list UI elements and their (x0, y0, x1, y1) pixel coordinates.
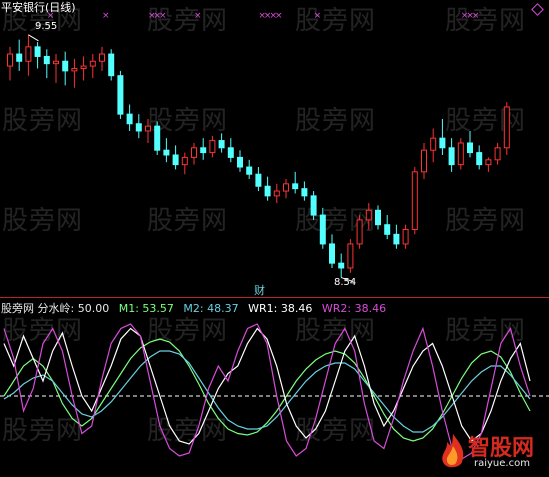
m1-label: M1: (118, 302, 139, 315)
candle-body (467, 142, 473, 154)
signal-marker: × (102, 11, 110, 21)
candle-body (126, 113, 133, 125)
candle-body (25, 46, 32, 62)
candle-body (71, 67, 78, 72)
high-pointer (28, 34, 39, 42)
candle-body (117, 75, 124, 115)
candle-body (7, 53, 13, 67)
m2-label: M2: (183, 302, 204, 315)
candle-body (338, 262, 345, 269)
indicator-value: 50.00 (77, 302, 110, 315)
signal-marker: × (275, 11, 283, 21)
candle-body (172, 154, 179, 166)
candle-body (448, 147, 455, 166)
candle-body (99, 53, 105, 62)
chart-window: { "header": { "title": "平安银行(日线)", "high… (0, 0, 549, 477)
candle-body (34, 46, 41, 57)
wr2-label: WR2: (321, 302, 352, 315)
candle-body (200, 147, 207, 154)
candle-body (218, 140, 225, 149)
candle-body (62, 60, 69, 72)
m1-value: 53.57 (142, 302, 174, 315)
candle-body (476, 152, 483, 166)
candle-body (80, 65, 87, 69)
candle-body (283, 183, 289, 192)
candle-body (181, 156, 188, 166)
candle-body (301, 188, 308, 197)
indicator-name: 股旁网 分水岭: (1, 302, 75, 315)
candle-body (227, 147, 234, 158)
candle-body (319, 214, 326, 245)
candle-body (356, 219, 363, 245)
signal-marker: × (472, 11, 480, 21)
candle-body (89, 60, 96, 67)
candle-body (503, 106, 510, 149)
candle-body (402, 229, 409, 245)
candle-body (329, 243, 335, 264)
candle-body (430, 137, 437, 151)
wr1-label: WR1: (248, 302, 278, 315)
candle-body (154, 125, 161, 151)
candle-body (43, 55, 50, 65)
candle-body (264, 185, 271, 197)
candle-body (439, 137, 446, 149)
indicator-header: 股旁网 分水岭: 50.00 M1: 53.57 M2: 48.37 WR1: … (1, 302, 386, 315)
candle-body (209, 140, 216, 154)
candle-body (191, 147, 197, 158)
wr1-value: 38.46 (280, 302, 313, 315)
candle-body (393, 233, 400, 245)
m2-value: 48.37 (207, 302, 239, 315)
candle-body (237, 156, 243, 168)
candle-body (135, 123, 142, 132)
chart-title: 平安银行(日线) (1, 1, 76, 14)
signal-marker: × (159, 11, 167, 21)
candle-body (108, 53, 115, 77)
flame-icon (442, 434, 464, 468)
candle-body (246, 166, 253, 175)
logo-url: raiyue.com (474, 458, 530, 469)
high-price-label: 9.55 (35, 21, 58, 32)
candle-body (163, 149, 170, 156)
candle-body (310, 195, 317, 216)
low-price-label: 8.54 (334, 277, 357, 288)
signal-marker: × (314, 11, 322, 21)
wr2-value: 38.46 (354, 302, 387, 315)
candle-body (375, 209, 381, 226)
candle-body (273, 190, 280, 197)
signal-marker: × (194, 11, 202, 21)
candle-body (53, 60, 59, 65)
candle-body (255, 173, 262, 187)
candle-body (16, 53, 23, 62)
candle-body (365, 209, 372, 221)
candlestick-chart[interactable]: × × ××× × ×××× × ××× (0, 0, 549, 297)
candle-body (384, 224, 391, 235)
site-logo: 智股网 raiyue.com (438, 432, 546, 474)
candle-body (485, 159, 492, 166)
candle-body (292, 183, 299, 190)
candle-body (411, 171, 418, 231)
candle-body (145, 125, 151, 132)
event-marker[interactable]: 财 (254, 284, 265, 297)
candle-body (457, 142, 464, 166)
candle-body (494, 147, 501, 161)
candle-body (347, 243, 354, 269)
panel-divider (0, 297, 549, 298)
candle-body (421, 149, 427, 173)
